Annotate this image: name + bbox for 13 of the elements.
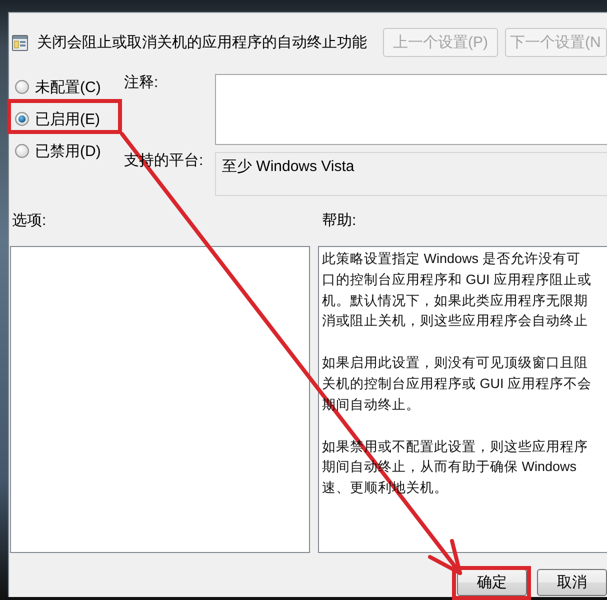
options-label: 选项:	[11, 210, 46, 230]
comment-label: 注释:	[123, 74, 160, 92]
comment-field[interactable]	[215, 74, 607, 145]
radio-option[interactable]: 已禁用(D)	[15, 135, 122, 167]
ok-button[interactable]: 确定	[457, 569, 527, 596]
cancel-button[interactable]: 取消	[537, 569, 607, 596]
window-icon	[12, 34, 28, 50]
help-paragraph: 此策略设置指定 Windows 是否允许没有可 口的控制台应用程序和 GUI 应用程序阻止或 机。默认情况下，如果此类应用程序无限期 消或阻止关机，则这些应用程序会自动终止	[322, 250, 593, 330]
supported-platform-field: 至少 Windows Vista	[215, 152, 607, 196]
help-label: 帮助:	[322, 210, 356, 230]
radio-option[interactable]: 已启用(E)	[15, 103, 122, 135]
radio-option[interactable]: 未配置(C)	[15, 71, 122, 103]
policy-title: 关闭会阻止或取消关机的应用程序的自动终止功能	[37, 33, 368, 52]
